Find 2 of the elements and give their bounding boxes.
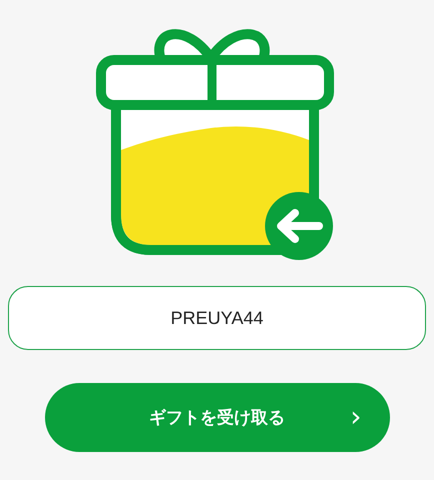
- chevron-icon: ›: [350, 400, 362, 433]
- code-field[interactable]: PREUYA44: [8, 286, 426, 350]
